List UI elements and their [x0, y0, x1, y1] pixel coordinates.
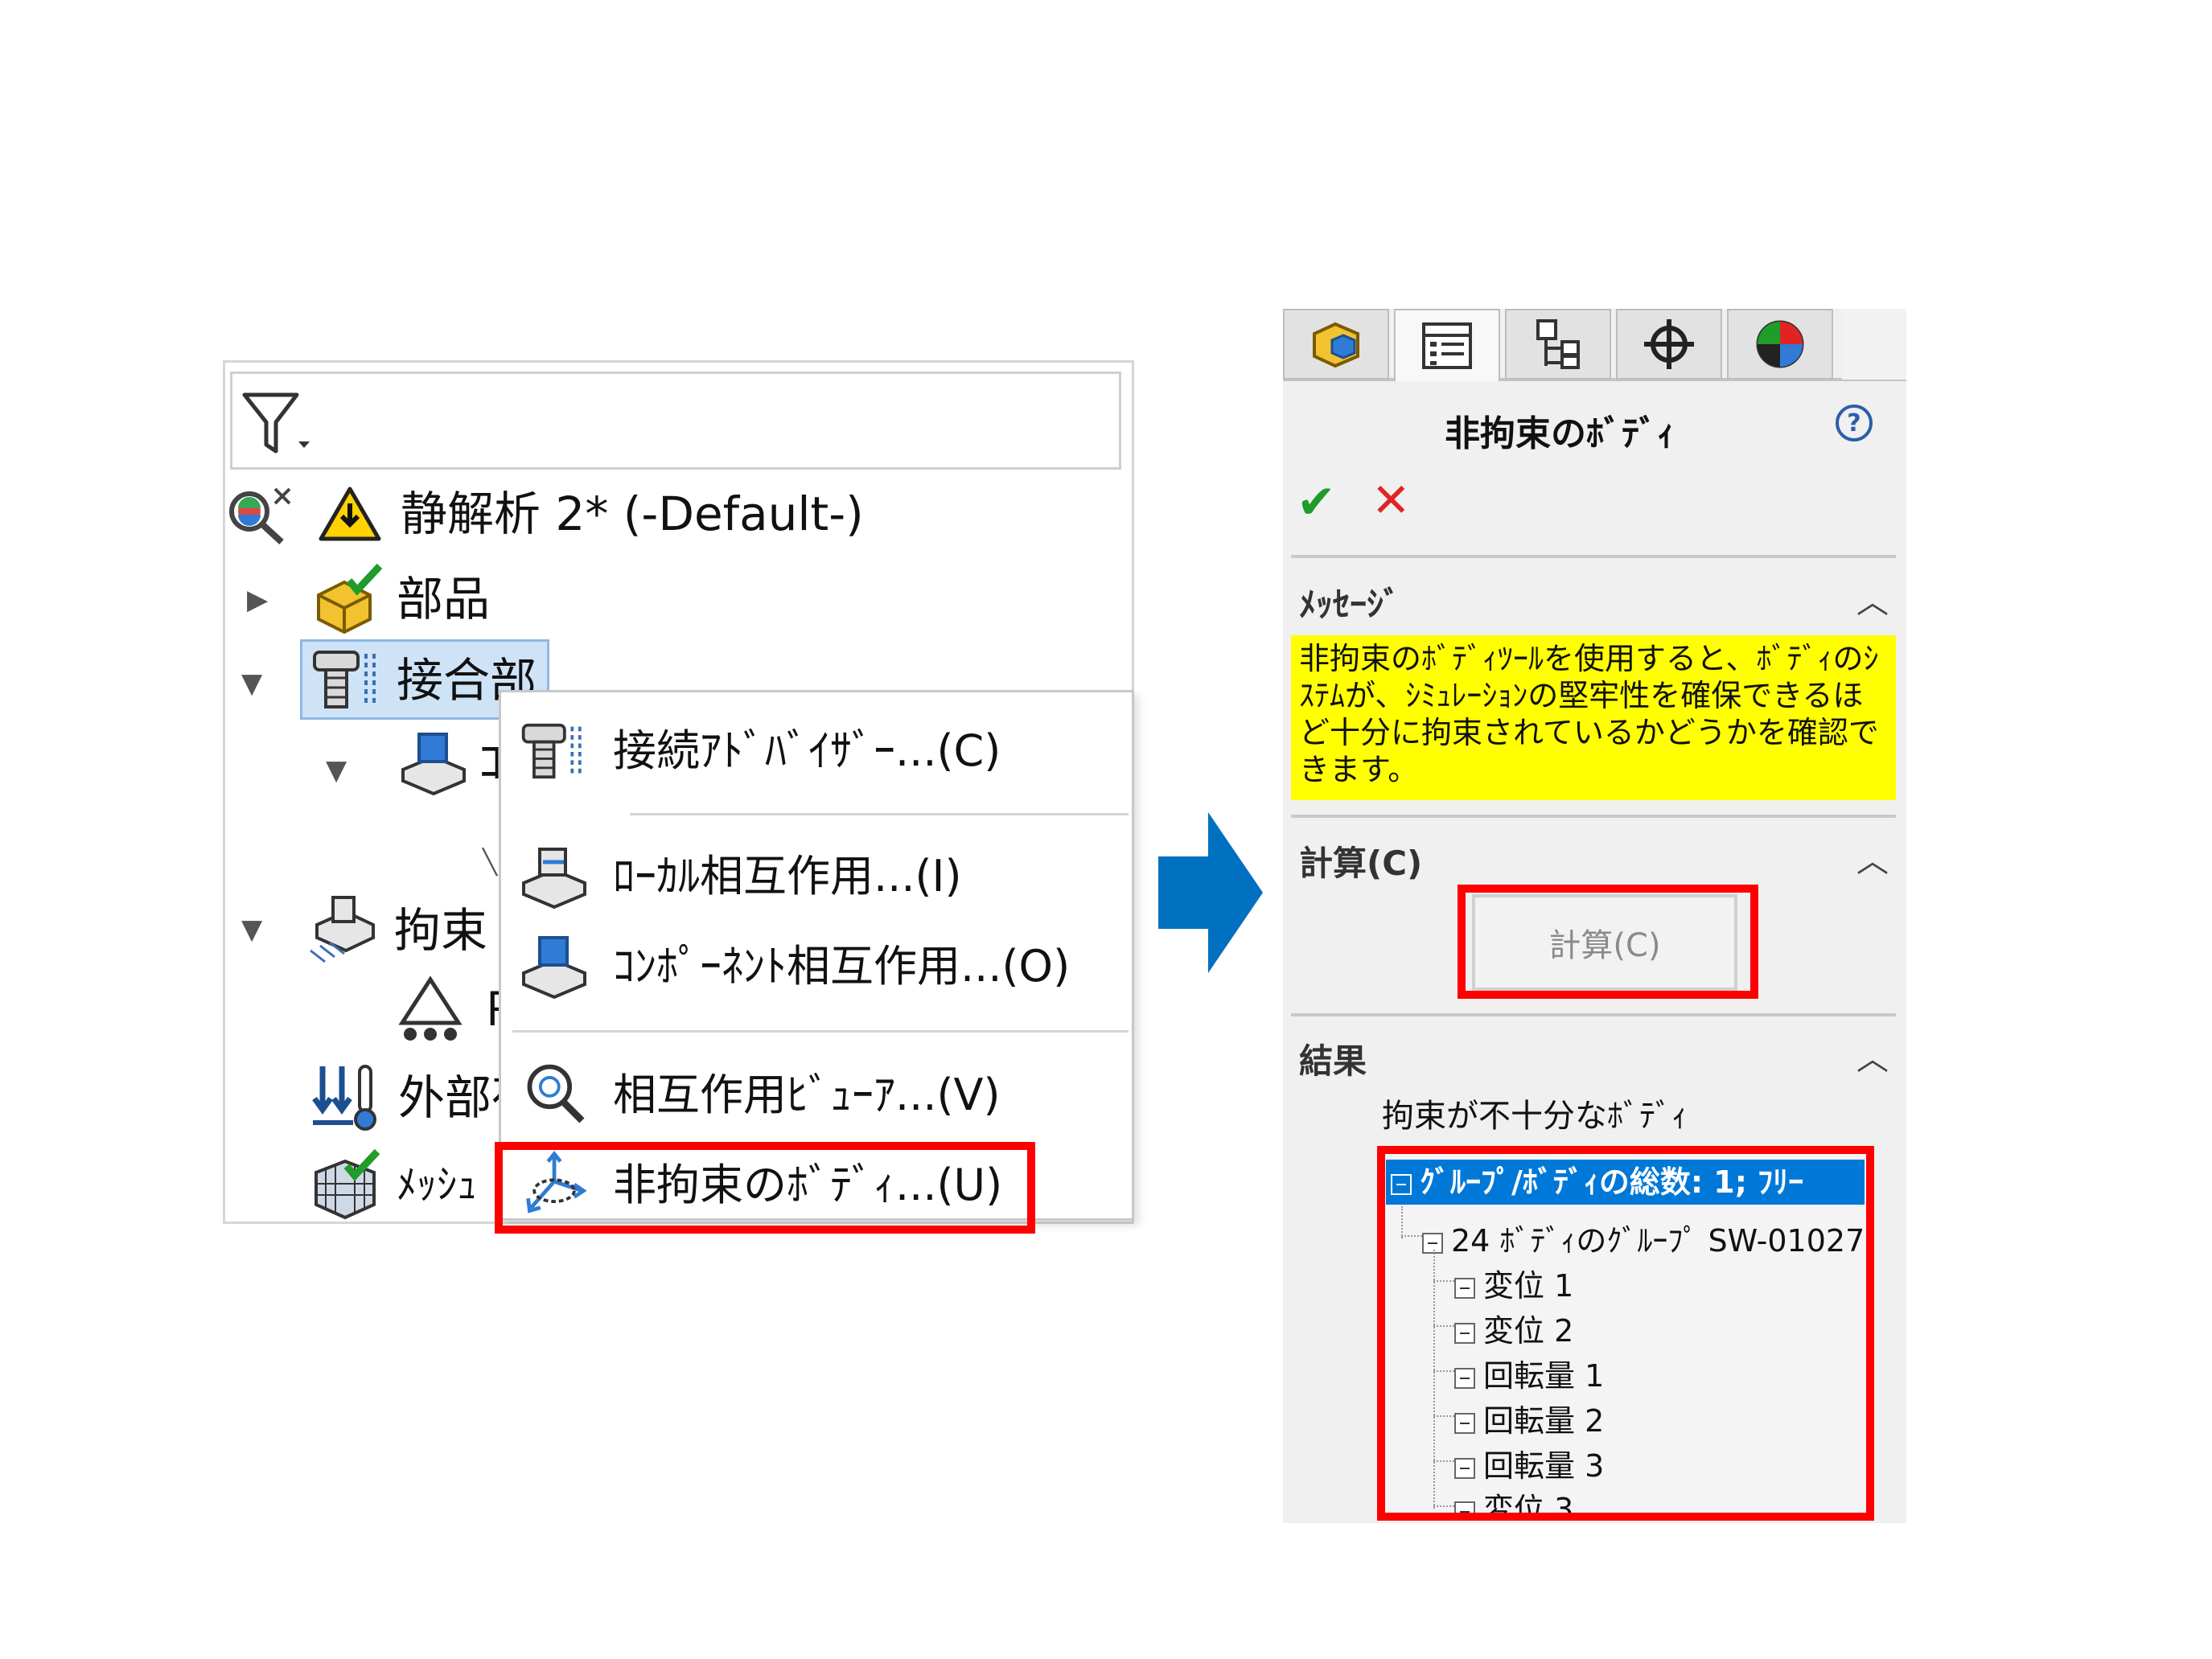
pm-title: 非拘束のﾎﾞﾃﾞｨ: [1445, 413, 1675, 454]
menu-item-component-interaction[interactable]: ｺﾝﾎﾟｰﾈﾝﾄ相互作用...(O): [512, 926, 1124, 1006]
menu-item-label: ｺﾝﾎﾟｰﾈﾝﾄ相互作用...(O): [613, 941, 1071, 992]
mesh-icon: [315, 1148, 380, 1220]
expand-arrow-down-icon[interactable]: ▼: [241, 667, 262, 700]
menu-separator: [630, 813, 1129, 815]
expand-arrow-down-icon[interactable]: ▼: [326, 754, 347, 786]
menu-separator: [512, 1030, 1129, 1033]
collapse-chevron-up-icon[interactable]: ︿: [1856, 1033, 1889, 1079]
message-box: 非拘束のﾎﾞﾃﾞｨﾂｰﾙを使用すると、ﾎﾞﾃﾞｨのｼｽﾃﾑが、ｼﾐｭﾚｰｼｮﾝの…: [1291, 635, 1896, 800]
interaction-viewer-icon: [527, 1064, 585, 1123]
expand-arrow-right-icon[interactable]: ▶: [247, 584, 268, 616]
ok-checkmark-icon[interactable]: ✔: [1297, 474, 1336, 529]
menu-item-label: ﾛｰｶﾙ相互作用...(I): [613, 851, 962, 901]
fixed-support-icon: [398, 975, 463, 1041]
cancel-x-icon[interactable]: ✕: [1371, 473, 1411, 528]
expand-arrow-down-icon[interactable]: ▼: [241, 914, 262, 946]
tree-filter-box[interactable]: [230, 372, 1121, 470]
highlight-box-menu-item: [495, 1142, 1035, 1234]
tree-item-label: 部品: [397, 572, 491, 626]
warning-icon: [319, 487, 381, 541]
tab-configurationmanager[interactable]: [1505, 309, 1611, 380]
tree-item-label: 拘束: [394, 903, 488, 958]
menu-item-connections-advisor[interactable]: 接続ｱﾄﾞﾊﾞｲｻﾞｰ...(C): [512, 710, 1124, 790]
calc-section-title: 計算(C): [1299, 844, 1423, 883]
component-interaction-icon: [401, 733, 466, 795]
section-divider: [1291, 555, 1896, 558]
highlight-box-results: [1377, 1146, 1874, 1521]
section-divider: [1291, 815, 1896, 818]
section-divider: [1291, 1013, 1896, 1016]
tree-item-label: ﾒｯｼｭ: [397, 1161, 477, 1208]
tab-propertymanager[interactable]: [1394, 309, 1500, 381]
menu-item-local-interaction[interactable]: ﾛｰｶﾙ相互作用...(I): [512, 836, 1124, 916]
menu-item-interaction-viewer[interactable]: 相互作用ﾋﾞｭｰｱ...(V): [512, 1054, 1124, 1135]
filter-icon[interactable]: [241, 388, 313, 461]
connections-bolt-icon: [313, 651, 376, 708]
message-section-title: ﾒｯｾｰｼﾞ: [1299, 585, 1401, 624]
fixtures-icon: [310, 896, 375, 963]
help-icon[interactable]: ?: [1836, 404, 1873, 441]
result-section-title: 結果: [1299, 1041, 1367, 1081]
propertymanager-tab-icon: [1422, 322, 1472, 369]
right-arrow-icon: [1158, 812, 1263, 973]
featuremanager-tab-icon: [1313, 322, 1359, 368]
collapse-chevron-up-icon[interactable]: ︿: [1856, 576, 1889, 622]
external-loads-icon: [312, 1065, 376, 1131]
component-interaction-icon: [522, 936, 586, 1000]
tree-connector-mark: ╲: [483, 848, 498, 877]
parts-icon: [317, 563, 383, 634]
context-menu: 接続ｱﾄﾞﾊﾞｲｻﾞｰ...(C) ﾛｰｶﾙ相互作用...(I) ｺﾝﾎﾟｰﾈﾝ…: [499, 690, 1134, 1221]
message-text: 非拘束のﾎﾞﾃﾞｨﾂｰﾙを使用すると、ﾎﾞﾃﾞｨのｼｽﾃﾑが、ｼﾐｭﾚｰｼｮﾝの…: [1299, 641, 1879, 787]
tab-display-manager[interactable]: [1727, 309, 1833, 380]
menu-item-label: 接続ｱﾄﾞﾊﾞｲｻﾞｰ...(C): [613, 725, 1001, 776]
display-manager-tab-icon: [1756, 320, 1804, 368]
menu-item-label: 相互作用ﾋﾞｭｰｱ...(V): [613, 1070, 1001, 1120]
highlight-box-calculate: [1458, 885, 1758, 999]
connections-bolt-icon: [521, 723, 582, 779]
tab-bar-filler: [1842, 309, 1906, 380]
tab-dimxpert[interactable]: [1616, 309, 1722, 380]
simulation-study-icon: [229, 487, 291, 544]
configurationmanager-tab-icon: [1536, 319, 1580, 369]
crosshair-target-icon: [1644, 319, 1694, 369]
result-subtitle: 拘束が不十分なﾎﾞﾃﾞｨ: [1382, 1098, 1688, 1135]
tab-featuremanager[interactable]: [1283, 309, 1389, 380]
collapse-chevron-up-icon[interactable]: ︿: [1856, 835, 1889, 881]
simulation-study-label: 静解析 2* (-Default-): [401, 487, 864, 541]
local-interaction-icon: [522, 848, 586, 910]
